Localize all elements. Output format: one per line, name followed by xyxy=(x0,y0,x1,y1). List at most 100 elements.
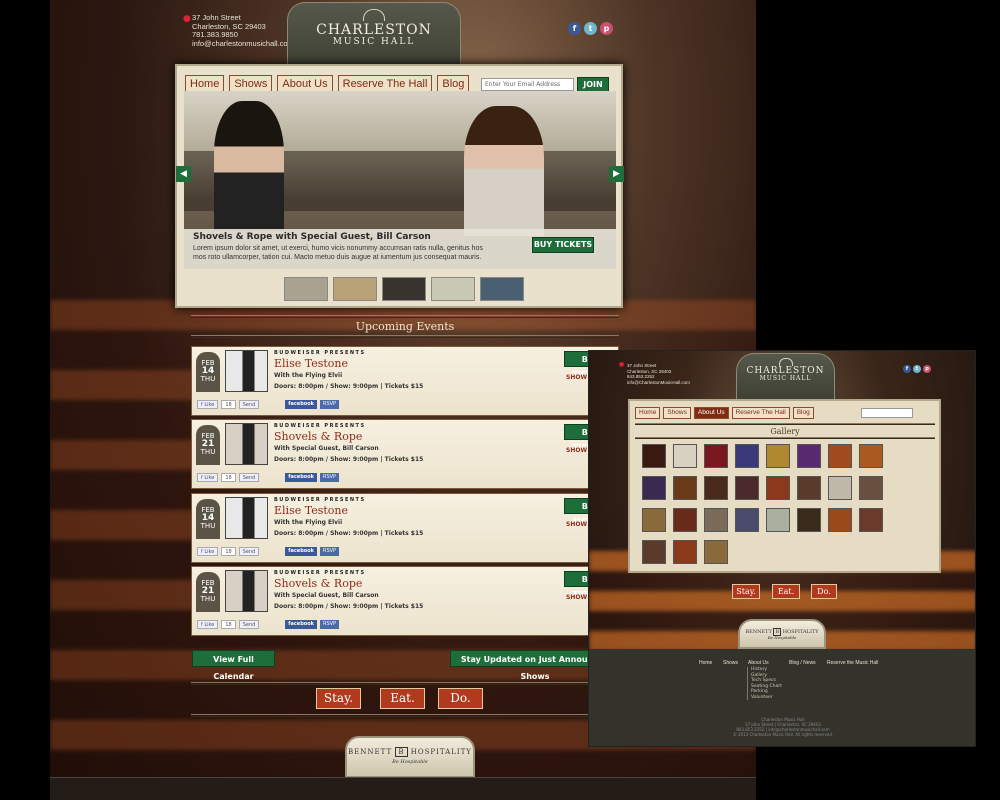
footer-nav-about[interactable]: About Us xyxy=(748,660,769,666)
nav-blog[interactable]: Blog xyxy=(437,75,470,92)
gallery-thumbnail[interactable] xyxy=(859,444,883,468)
rsvp-button[interactable]: RSVP xyxy=(319,400,340,409)
gallery-thumbnail[interactable] xyxy=(673,444,697,468)
facebook-event-button[interactable]: facebook xyxy=(285,620,317,629)
email-link[interactable]: info@charlestonmusichall.com xyxy=(192,39,302,49)
gallery-thumbnail[interactable] xyxy=(673,508,697,532)
event-artist-image[interactable] xyxy=(225,350,268,392)
send-button[interactable]: Send xyxy=(238,400,260,409)
facebook-event-button[interactable]: facebook xyxy=(285,400,317,409)
facebook-event-button[interactable]: facebook xyxy=(285,473,317,482)
event-artist-name[interactable]: Elise Testone xyxy=(274,504,348,517)
gallery-thumbnail[interactable] xyxy=(859,476,883,500)
slideshow-prev-arrow-icon[interactable]: ◀ xyxy=(176,166,191,182)
event-subtitle: With Special Guest, Bill Carson xyxy=(274,445,379,452)
facebook-like-button[interactable]: f Like xyxy=(197,473,219,482)
gallery-thumbnail[interactable] xyxy=(797,444,821,468)
slideshow-next-arrow-icon[interactable]: ▶ xyxy=(609,166,624,182)
nav-blog[interactable]: Blog xyxy=(792,407,814,419)
join-button[interactable]: JOIN xyxy=(577,77,609,92)
nav-home[interactable]: Home xyxy=(185,75,225,92)
gallery-thumbnail[interactable] xyxy=(735,444,759,468)
nav-reserve[interactable]: Reserve The Hall xyxy=(731,407,790,419)
email-link[interactable]: info@CharlestonMusicHall.com xyxy=(627,380,707,386)
facebook-event-button[interactable]: facebook xyxy=(285,547,317,556)
rsvp-button[interactable]: RSVP xyxy=(319,547,340,556)
email-input[interactable]: Enter Your Email Address xyxy=(481,78,574,91)
nav-shows[interactable]: Shows xyxy=(663,407,691,419)
gallery-thumbnail[interactable] xyxy=(704,508,728,532)
slide-thumb[interactable] xyxy=(382,277,426,301)
rsvp-button[interactable]: RSVP xyxy=(319,473,340,482)
slide-thumb[interactable] xyxy=(480,277,524,301)
gallery-thumbnail[interactable] xyxy=(766,476,790,500)
stay-link[interactable]: Stay. xyxy=(732,584,760,599)
twitter-icon[interactable]: t xyxy=(913,365,921,373)
event-artist-name[interactable]: Elise Testone xyxy=(274,357,348,370)
bennett-hospitality-logo[interactable]: BENNETT B HOSPITALITY Be Hospitable xyxy=(738,619,826,649)
logo[interactable]: CHARLESTON MUSIC HALL xyxy=(287,2,461,68)
stay-link[interactable]: Stay. xyxy=(316,688,361,709)
gallery-thumbnail[interactable] xyxy=(828,508,852,532)
pinterest-icon[interactable]: p xyxy=(600,22,613,35)
event-artist-image[interactable] xyxy=(225,570,268,612)
logo[interactable]: CHARLESTON MUSIC HALL xyxy=(736,353,835,399)
gallery-thumbnail[interactable] xyxy=(642,444,666,468)
eat-link[interactable]: Eat. xyxy=(380,688,425,709)
pinterest-icon[interactable]: p xyxy=(923,365,931,373)
event-artist-name[interactable]: Shovels & Rope xyxy=(274,577,362,590)
gallery-thumbnail[interactable] xyxy=(797,508,821,532)
do-link[interactable]: Do. xyxy=(438,688,483,709)
nav-about[interactable]: About Us xyxy=(277,75,333,92)
gallery-thumbnail[interactable] xyxy=(673,540,697,564)
gallery-thumbnail[interactable] xyxy=(642,540,666,564)
nav-about[interactable]: About Us xyxy=(693,407,729,419)
gallery-thumbnail[interactable] xyxy=(766,444,790,468)
gallery-thumbnail[interactable] xyxy=(642,476,666,500)
do-link[interactable]: Do. xyxy=(811,584,837,599)
slide-thumb[interactable] xyxy=(333,277,377,301)
send-button[interactable]: Send xyxy=(238,620,260,629)
footer-sub-link[interactable]: Volunteer xyxy=(751,695,782,701)
gallery-thumbnail[interactable] xyxy=(704,444,728,468)
slide-thumb[interactable] xyxy=(284,277,328,301)
nav-home[interactable]: Home xyxy=(635,407,661,419)
gallery-thumbnail[interactable] xyxy=(704,476,728,500)
footer-nav-blog[interactable]: Blog / News xyxy=(789,660,816,666)
nav-shows[interactable]: Shows xyxy=(229,75,273,92)
footer-nav-shows[interactable]: Shows xyxy=(723,660,738,666)
gallery-thumbnail[interactable] xyxy=(673,476,697,500)
facebook-icon[interactable]: f xyxy=(568,22,581,35)
hero-buy-tickets-button[interactable]: BUY TICKETS xyxy=(532,237,594,253)
footer-nav-home[interactable]: Home xyxy=(699,660,712,666)
search-input[interactable] xyxy=(861,408,913,418)
send-button[interactable]: Send xyxy=(238,473,260,482)
rsvp-button[interactable]: RSVP xyxy=(319,620,340,629)
event-artist-image[interactable] xyxy=(225,423,268,465)
facebook-like-button[interactable]: f Like xyxy=(197,400,219,409)
gallery-thumbnail[interactable] xyxy=(797,476,821,500)
gallery-thumbnail[interactable] xyxy=(735,508,759,532)
footer-bar xyxy=(50,777,756,800)
event-artist-image[interactable] xyxy=(225,497,268,539)
view-full-calendar-button[interactable]: View Full Calendar xyxy=(192,650,275,681)
eat-link[interactable]: Eat. xyxy=(772,584,800,599)
facebook-icon[interactable]: f xyxy=(903,365,911,373)
gallery-thumbnail[interactable] xyxy=(828,444,852,468)
twitter-icon[interactable]: t xyxy=(584,22,597,35)
event-artist-name[interactable]: Shovels & Rope xyxy=(274,430,362,443)
gallery-thumbnail[interactable] xyxy=(704,540,728,564)
gallery-thumbnail[interactable] xyxy=(828,476,852,500)
nav-reserve[interactable]: Reserve The Hall xyxy=(337,75,433,92)
facebook-like-button[interactable]: f Like xyxy=(197,620,219,629)
partner-name-2: HOSPITALITY xyxy=(410,748,472,756)
send-button[interactable]: Send xyxy=(238,547,260,556)
footer-nav-reserve[interactable]: Reserve the Music Hall xyxy=(827,660,878,666)
gallery-thumbnail[interactable] xyxy=(642,508,666,532)
gallery-thumbnail[interactable] xyxy=(766,508,790,532)
facebook-like-button[interactable]: f Like xyxy=(197,547,219,556)
slide-thumb[interactable] xyxy=(431,277,475,301)
gallery-thumbnail[interactable] xyxy=(735,476,759,500)
bennett-hospitality-logo[interactable]: BENNETT B HOSPITALITY Be Hospitable xyxy=(345,736,475,778)
gallery-thumbnail[interactable] xyxy=(859,508,883,532)
